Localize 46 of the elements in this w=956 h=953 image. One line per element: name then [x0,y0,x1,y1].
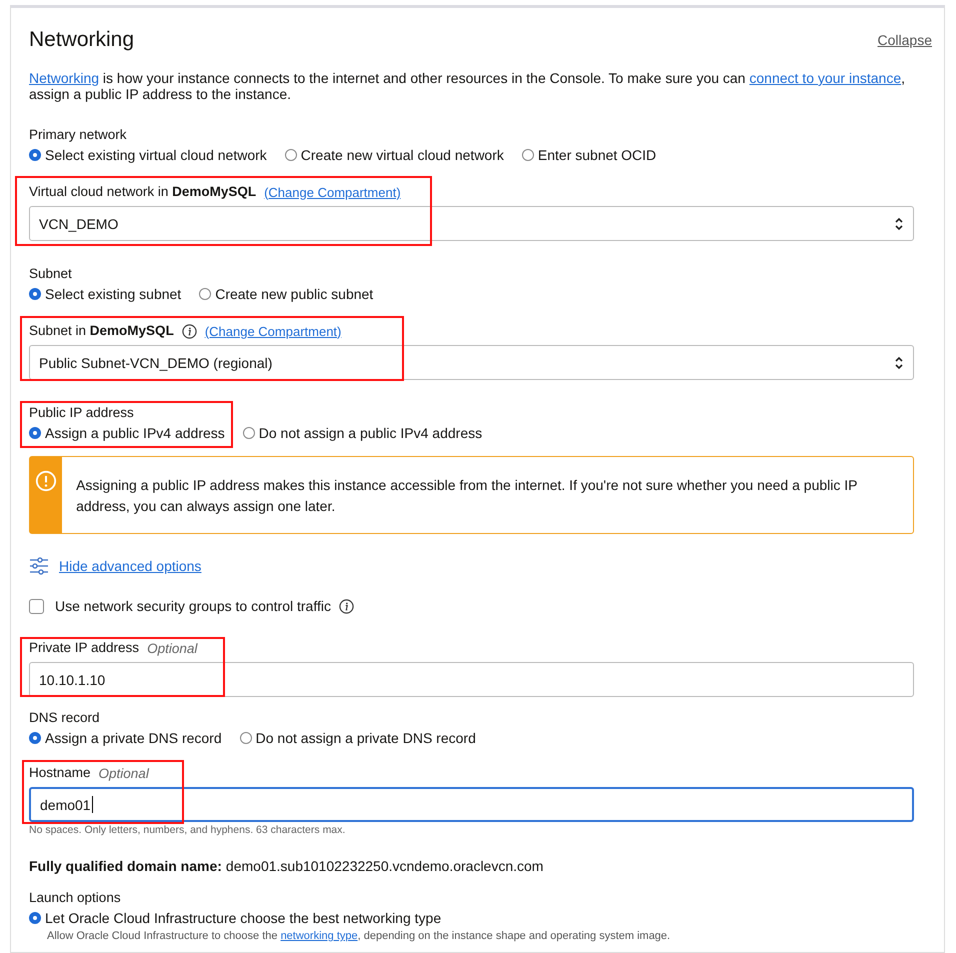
chevron-icon [894,216,904,232]
section-title: Networking [29,28,134,52]
link[interactable]: networking type [280,930,358,942]
change-compartment-link[interactable]: (Change Compartment) [204,324,342,338]
fqdn-label: Fully qualified domain name: [29,858,222,874]
warning-icon [35,470,58,492]
description: Networking is how your instance connects to the internet and other resources in the Console. To make sure you can connect to your instance, assign a public IP address to the instance. [29,70,906,102]
field-label: Primary network [29,127,128,143]
radio-option[interactable]: Let Oracle Cloud Infrastructure choose the best networking type [29,910,442,926]
radio-option[interactable]: Do not assign a public IPv4 address [242,425,482,441]
radio-option[interactable]: Select existing virtual cloud network [29,147,267,163]
option-help: Allow Oracle Cloud Infrastructure to choose the networking type, depending on the instance shape and operating system image. [47,930,670,942]
radio-option[interactable]: Enter subnet OCID [522,147,656,163]
select-field[interactable]: Public Subnet-VCN_DEMO (regional) [29,345,914,380]
radio-option[interactable]: Assign a private DNS record [29,730,222,746]
field-label: Private IP address [29,640,140,656]
link[interactable]: connect to your instance [749,70,902,86]
field-label: DNS record [29,710,101,726]
radio-option[interactable]: Select existing subnet [29,286,182,302]
radio-option[interactable]: Create new public subnet [199,286,374,302]
collapse-link[interactable]: Collapse [878,32,932,48]
optional-hint: Optional [98,766,149,780]
field-label: Public IP address [29,405,135,421]
hide-advanced-link[interactable]: Hide advanced options [59,558,202,574]
optional-hint: Optional [147,640,198,656]
link[interactable]: Networking [29,70,100,86]
radio-option[interactable]: Do not assign a private DNS record [240,730,476,746]
field-label: Subnet in DemoMySQL [29,323,174,339]
input-field[interactable]: 10.10.1.10 [29,662,914,697]
alert-message: Assigning a public IP address makes this instance accessible from the internet. If you're not sure whether you need a public IP address, you can always assign one later. [75,476,858,516]
info-icon[interactable] [182,324,197,338]
change-compartment-link[interactable]: (Change Compartment) [264,184,401,200]
info-icon[interactable] [338,598,354,614]
fqdn-value: demo01.sub10102232250.vcndemo.oraclevcn.com [226,858,544,874]
radio-option[interactable]: Create new virtual cloud network [284,147,504,163]
radio-option[interactable]: Assign a public IPv4 address [29,425,225,441]
sliders-icon [29,556,49,576]
chevron-icon [894,354,904,370]
helper-text: No spaces. Only letters, numbers, and hyphens. 63 characters max. [29,824,346,836]
field-label: Hostname [29,765,91,781]
checkbox-option[interactable]: Use network security groups to control traffic [29,598,331,614]
select-field[interactable]: VCN_DEMO [29,206,914,241]
field-label: Virtual cloud network in DemoMySQL [29,184,256,200]
input-field[interactable]: demo01 [29,787,914,822]
field-label: Subnet [29,266,73,282]
field-label: Launch options [29,890,122,906]
